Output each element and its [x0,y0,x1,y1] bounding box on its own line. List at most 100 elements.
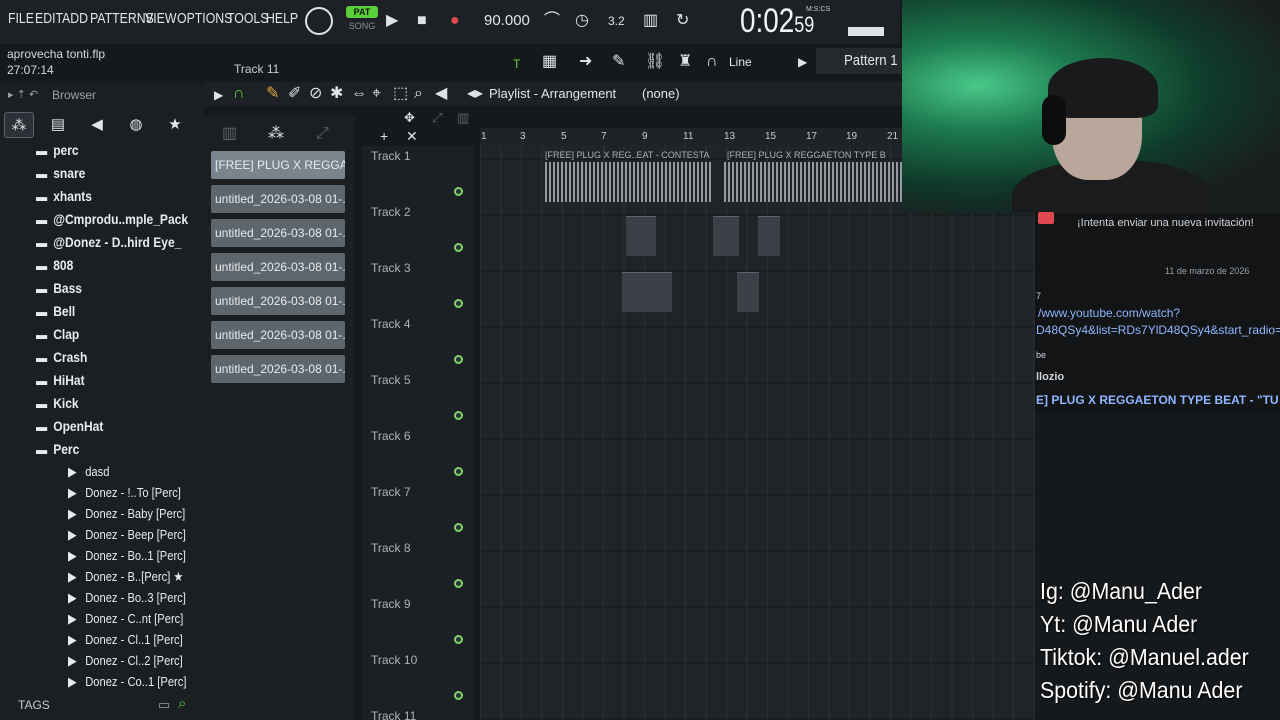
browser-folder-item[interactable]: ▬ Clap [36,326,79,348]
tempo-display[interactable]: 90.000 [484,12,530,29]
select-icon[interactable]: ⬚ [393,84,408,104]
track-name[interactable]: Track 5 [371,373,411,387]
browser-folder-item[interactable]: ▬ @Donez - D..hird Eye_ [36,234,181,256]
move-icon[interactable]: ✥ [404,108,415,128]
picker-item[interactable]: [FREE] PLUG X REGGA... [211,151,345,179]
pattern-selector[interactable]: Pattern 1 [816,48,906,74]
countdown-icon[interactable]: 3.2 [608,11,625,31]
chat-link-2[interactable]: D48QSy4&list=RDs7YlD48QSy4&start_radio= [1036,323,1280,337]
favorites-star-icon[interactable]: ★ [160,112,190,138]
browser-file-item[interactable]: ▶ Donez - !..To [Perc] [68,485,181,507]
search-icon[interactable]: ⌕ [178,695,186,712]
folder-icon[interactable]: ▭ [158,697,170,713]
track-enable-button[interactable] [454,523,463,532]
track-name[interactable]: Track 4 [371,317,411,331]
pattern-clip[interactable] [758,216,780,256]
track-enable-button[interactable] [454,243,463,252]
picker-item[interactable]: untitled_2026-03-08 01-... [211,253,345,281]
browser-folder-item[interactable]: ▬ @Cmprodu..mple_Pack [36,211,188,233]
playlist-pattern[interactable]: (none) [642,86,680,101]
picker-item[interactable]: untitled_2026-03-08 01-... [211,287,345,315]
play-icon[interactable]: ▶ [386,11,398,31]
browser-folder-item[interactable]: ▬ Perc [36,441,79,463]
picker-auto-icon[interactable]: ⤢ [316,124,329,144]
delete-icon[interactable]: ⊘ [309,84,322,104]
browser-file-item[interactable]: ▶ Donez - Cl..2 [Perc] [68,653,183,675]
track-name[interactable]: Track 11 [371,709,416,720]
track-name[interactable]: Track 2 [371,205,411,219]
track-enable-button[interactable] [454,187,463,196]
grid-icon[interactable]: ▥ [457,108,469,128]
pattern-clip[interactable] [713,216,739,256]
playlist-arrows-icon[interactable]: ◂▸ [467,84,483,104]
step-edit-icon[interactable]: ▥ [643,11,658,31]
pattern-clip[interactable] [626,216,656,256]
piano-icon[interactable]: ▦ [542,52,557,72]
browser-file-item[interactable]: ▶ Donez - Beep [Perc] [68,527,186,549]
slice-icon[interactable]: ⌖ [372,84,381,104]
pattern-clip[interactable] [737,272,759,312]
stamp-icon[interactable]: ♜ [678,52,692,72]
browser-file-item[interactable]: ▶ Donez - B..[Perc] ★ [68,569,183,591]
typing-keyboard-icon[interactable]: T [513,54,520,74]
track-enable-button[interactable] [454,411,463,420]
metronome-icon[interactable]: ⌒ [544,11,560,31]
track-name[interactable]: Track 9 [371,597,411,611]
track-name[interactable]: Track 7 [371,485,411,499]
tools-icon[interactable]: ⤢ [432,108,442,128]
browser-folder-item[interactable]: ▬ Bass [36,280,82,302]
slip-icon[interactable]: ⇔ [351,84,367,104]
chevron-right-icon[interactable]: ▶ [798,52,807,72]
online-tab-icon[interactable]: ◍ [121,112,151,138]
link-icon[interactable]: ⛓ [645,52,665,72]
pattern-clip[interactable] [622,272,672,312]
browser-folder-item[interactable]: ▬ snare [36,165,85,187]
audio-clip-1[interactable] [545,162,713,202]
track-name[interactable]: Track 1 [371,149,411,163]
main-volume-knob[interactable] [305,7,333,35]
zoom-icon[interactable]: ⌕ [414,84,423,104]
browser-folder-item[interactable]: ▬ Bell [36,303,75,325]
menu-file[interactable]: FILE [8,10,34,27]
mute-icon[interactable]: ✱ [330,84,343,104]
picker-item[interactable]: untitled_2026-03-08 01-... [211,355,345,383]
pencil-icon[interactable]: ✎ [612,52,625,72]
track-enable-button[interactable] [454,635,463,644]
browser-file-item[interactable]: ▶ Donez - Cl..1 [Perc] [68,632,183,654]
wait-record-icon[interactable]: ◷ [575,11,589,31]
track-enable-button[interactable] [454,579,463,588]
audio-clip-2[interactable] [724,162,902,202]
browser-folder-item[interactable]: ▬ 808 [36,257,73,279]
arrow-right-icon[interactable]: ➜ [579,52,592,72]
picker-item[interactable]: untitled_2026-03-08 01-... [211,185,345,213]
files-tab-icon[interactable]: ▤ [43,112,73,138]
track-enable-button[interactable] [454,467,463,476]
menu-help[interactable]: HELP [266,10,298,27]
track-enable-button[interactable] [454,299,463,308]
browser-file-item[interactable]: ▶ Donez - Bo..3 [Perc] [68,590,186,612]
browser-file-item[interactable]: ▶ Donez - Bo..1 [Perc] [68,548,186,570]
menu-add[interactable]: ADD [62,10,88,27]
record-icon[interactable]: ● [450,11,460,31]
browser-file-item[interactable]: ▶ Donez - Co..1 [Perc] [68,674,186,694]
menu-view[interactable]: VIEW [145,10,176,27]
browser-file-item[interactable]: ▶ Donez - Baby [Perc] [68,506,185,528]
browser-folder-item[interactable]: ▬ Crash [36,349,87,371]
remove-icon[interactable]: ✕ [406,126,418,146]
menu-tools[interactable]: TOOLS [227,10,268,27]
menu-options[interactable]: OPTIONS [177,10,232,27]
track-name[interactable]: Track 3 [371,261,411,275]
browser-folder-item[interactable]: ▬ Kick [36,395,79,417]
speaker-icon[interactable]: ◀ [435,84,447,104]
track-enable-button[interactable] [454,355,463,364]
picker-audio-icon[interactable]: ⁂ [268,124,284,144]
magnet-icon[interactable]: ∩ [706,52,718,72]
paint-icon[interactable]: ✐ [288,84,301,104]
playlist-menu-icon[interactable]: ▶ [214,85,223,105]
browser-folder-item[interactable]: ▬ xhants [36,188,92,210]
track-name[interactable]: Track 6 [371,429,411,443]
plugins-tab-icon[interactable]: ◀ [82,112,112,138]
snap-magnet-icon[interactable]: ∩ [233,84,245,104]
track-enable-button[interactable] [454,691,463,700]
browser-folder-item[interactable]: ▬ HiHat [36,372,85,394]
